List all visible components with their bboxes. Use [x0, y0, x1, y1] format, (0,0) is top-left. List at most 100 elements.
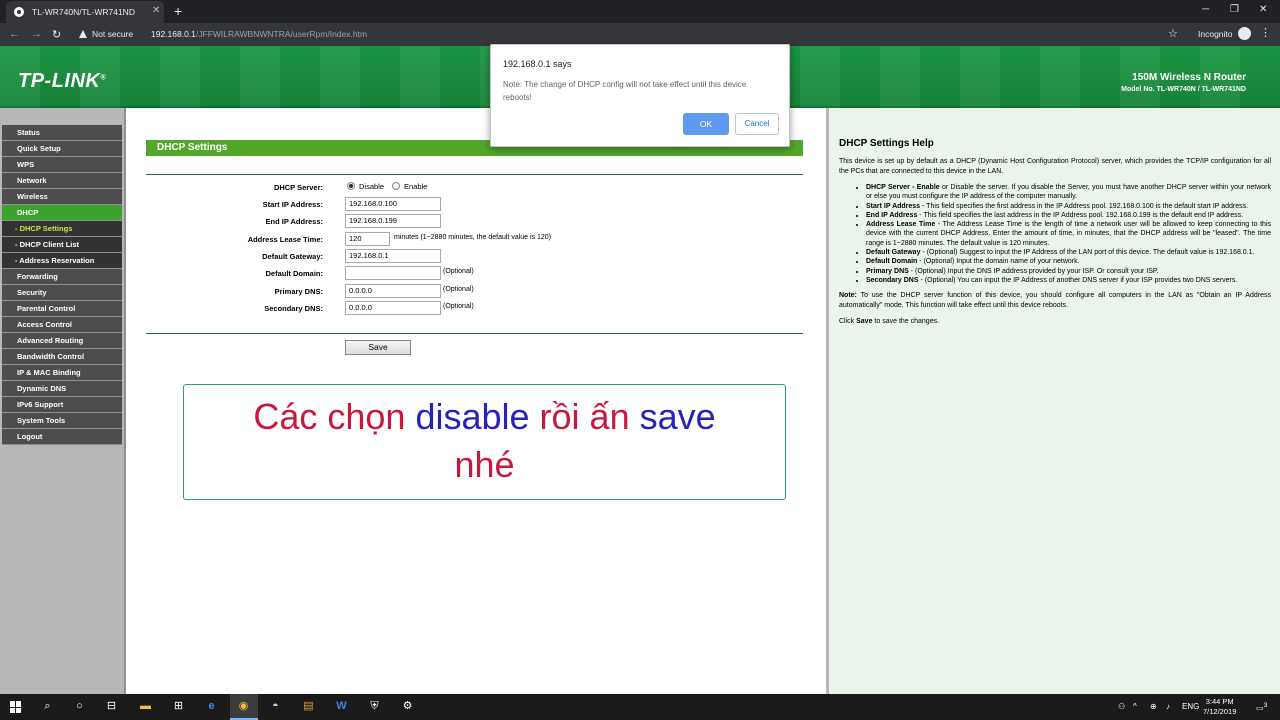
back-icon[interactable]: ←: [9, 28, 20, 40]
menu-item-advanced-routing[interactable]: Advanced Routing: [2, 333, 122, 349]
tp-link-logo: TP-LINK®: [18, 70, 107, 92]
menu-item-ip-mac-binding[interactable]: IP & MAC Binding: [2, 365, 122, 381]
lease-time-note: minutes (1~2880 minutes, the default val…: [394, 234, 552, 241]
ok-button[interactable]: OK: [683, 113, 729, 135]
tab-close-icon[interactable]: ✕: [152, 5, 160, 16]
tab-title: TL-WR740N/TL-WR741ND: [32, 7, 135, 17]
dhcp-server-label: DHCP Server:: [273, 183, 323, 192]
windows-start-icon[interactable]: [10, 701, 22, 713]
network-icon[interactable]: ⊕: [1150, 702, 1157, 711]
file-explorer-icon[interactable]: ▬: [138, 699, 153, 714]
end-ip-row: End IP Address: 192.168.0.199: [126, 214, 826, 230]
security-indicator[interactable]: Not secure: [79, 29, 133, 39]
dialog-title: 192.168.0.1 says: [503, 59, 572, 69]
primary-dns-input[interactable]: 0.0.0.0: [345, 284, 441, 298]
primary-dns-label: Primary DNS:: [274, 287, 323, 296]
caption-part-2: disable: [415, 396, 530, 437]
help-click-save: Click Save to save the changes.: [839, 318, 940, 326]
menu-item-parental-control[interactable]: Parental Control: [2, 301, 122, 317]
tray-chevron-icon[interactable]: ^: [1133, 702, 1137, 711]
help-item: Address Lease Time - The Address Lease T…: [866, 220, 1271, 248]
reload-icon[interactable]: ↻: [52, 28, 61, 41]
instruction-caption: Các chọn disable rồi ấn save nhé: [183, 384, 786, 500]
menu-item-address-reservation[interactable]: - Address Reservation: [2, 253, 122, 269]
incognito-label: Incognito: [1198, 29, 1233, 39]
menu-item-wireless[interactable]: Wireless: [2, 189, 122, 205]
enable-radio[interactable]: [392, 182, 400, 190]
maximize-button[interactable]: ❐: [1230, 4, 1239, 15]
disable-option[interactable]: Disable: [347, 182, 384, 191]
menu-item-dhcp[interactable]: DHCP: [2, 205, 122, 221]
favicon-icon: [14, 7, 24, 17]
url-path: /JFFWILRAWBNWNTRA/userRpm/Index.htm: [195, 29, 368, 39]
help-item: Default Gateway - (Optional) Suggest to …: [866, 248, 1271, 257]
secondary-dns-input[interactable]: 0.0.0.0: [345, 301, 441, 315]
url-field[interactable]: 192.168.0.1/JFFWILRAWBNWNTRA/userRpm/Ind…: [151, 29, 367, 39]
secondary-dns-row: Secondary DNS: 0.0.0.0 (Optional): [126, 301, 826, 317]
help-note: Note: To use the DHCP server function of…: [839, 292, 1271, 309]
forward-icon[interactable]: →: [31, 28, 42, 40]
domain-label: Default Domain:: [265, 269, 323, 278]
search-icon[interactable]: ⌕: [40, 699, 55, 714]
minimize-button[interactable]: ─: [1202, 4, 1209, 15]
disable-radio[interactable]: [347, 182, 355, 190]
lease-time-label: Address Lease Time:: [247, 235, 323, 244]
settings-gear-icon[interactable]: ⚙: [400, 699, 415, 714]
edge-icon[interactable]: e: [204, 699, 219, 714]
volume-icon[interactable]: ♪: [1166, 702, 1170, 711]
lease-time-input[interactable]: 120: [345, 232, 390, 246]
incognito-icon[interactable]: [1238, 27, 1251, 40]
gateway-row: Default Gateway: 192.168.0.1: [126, 249, 826, 265]
menu-item-status[interactable]: Status: [2, 125, 122, 141]
domain-optional: (Optional): [443, 268, 474, 275]
menu-item-dhcp-client-list[interactable]: - DHCP Client List: [2, 237, 122, 253]
menu-item-dynamic-dns[interactable]: Dynamic DNS: [2, 381, 122, 397]
new-tab-button[interactable]: +: [174, 3, 182, 19]
menu-item-system-tools[interactable]: System Tools: [2, 413, 122, 429]
menu-item-wps[interactable]: WPS: [2, 157, 122, 173]
main-content: DHCP Settings DHCP Server: Disable Enabl…: [126, 108, 826, 694]
steam-icon[interactable]: ◓: [268, 699, 283, 714]
winrar-icon[interactable]: ▤: [301, 699, 316, 714]
save-button[interactable]: Save: [345, 340, 411, 355]
start-ip-input[interactable]: 192.168.0.100: [345, 197, 441, 211]
domain-input[interactable]: [345, 266, 441, 280]
menu-item-ipv6-support[interactable]: IPv6 Support: [2, 397, 122, 413]
close-window-button[interactable]: ✕: [1259, 4, 1267, 15]
notification-icon[interactable]: ▭3: [1256, 702, 1267, 713]
product-name: 150M Wireless N Router: [1132, 72, 1246, 83]
taskbar: ⌕ ○ ⊟ ▬ ⊞ e ◉ ◓ ▤ W ⛨ ⚙ ⚇ ^ ⊕ ♪ ENG 3:44…: [0, 694, 1280, 720]
caption-part-4: save: [639, 396, 716, 437]
security-shield-icon[interactable]: ⛨: [367, 699, 382, 714]
enable-option[interactable]: Enable: [392, 182, 427, 191]
chrome-taskbar-item[interactable]: ◉: [230, 694, 258, 720]
menu-item-forwarding[interactable]: Forwarding: [2, 269, 122, 285]
menu-item-network[interactable]: Network: [2, 173, 122, 189]
cancel-button[interactable]: Cancel: [735, 113, 779, 135]
menu-item-bandwidth-control[interactable]: Bandwidth Control: [2, 349, 122, 365]
caption-part-5: nhé: [454, 444, 515, 485]
warning-icon: [79, 30, 87, 38]
help-panel: DHCP Settings Help This device is set up…: [829, 108, 1280, 694]
people-icon[interactable]: ⚇: [1118, 702, 1125, 711]
language-indicator[interactable]: ENG: [1182, 702, 1199, 711]
gateway-input[interactable]: 192.168.0.1: [345, 249, 441, 263]
task-view-icon[interactable]: ⊟: [104, 699, 119, 714]
cortana-icon[interactable]: ○: [72, 699, 87, 714]
menu-item-access-control[interactable]: Access Control: [2, 317, 122, 333]
store-icon[interactable]: ⊞: [171, 699, 186, 714]
model-info: 150M Wireless N Router Model No. TL-WR74…: [1121, 72, 1246, 93]
clock-time: 3:44 PM: [1205, 697, 1234, 706]
help-title: DHCP Settings Help: [839, 138, 934, 149]
clock[interactable]: 3:44 PM 7/12/2019: [1203, 697, 1236, 717]
menu-item-security[interactable]: Security: [2, 285, 122, 301]
browser-tab[interactable]: TL-WR740N/TL-WR741ND ✕: [6, 1, 164, 23]
word-icon[interactable]: W: [334, 699, 349, 714]
menu-item-dhcp-settings[interactable]: - DHCP Settings: [2, 221, 122, 237]
browser-menu-icon[interactable]: ⋮: [1260, 26, 1271, 39]
menu-item-quick-setup[interactable]: Quick Setup: [2, 141, 122, 157]
menu-item-logout[interactable]: Logout: [2, 429, 122, 445]
bookmark-star-icon[interactable]: ☆: [1168, 27, 1178, 40]
end-ip-input[interactable]: 192.168.0.199: [345, 214, 441, 228]
secondary-dns-optional: (Optional): [443, 303, 474, 310]
